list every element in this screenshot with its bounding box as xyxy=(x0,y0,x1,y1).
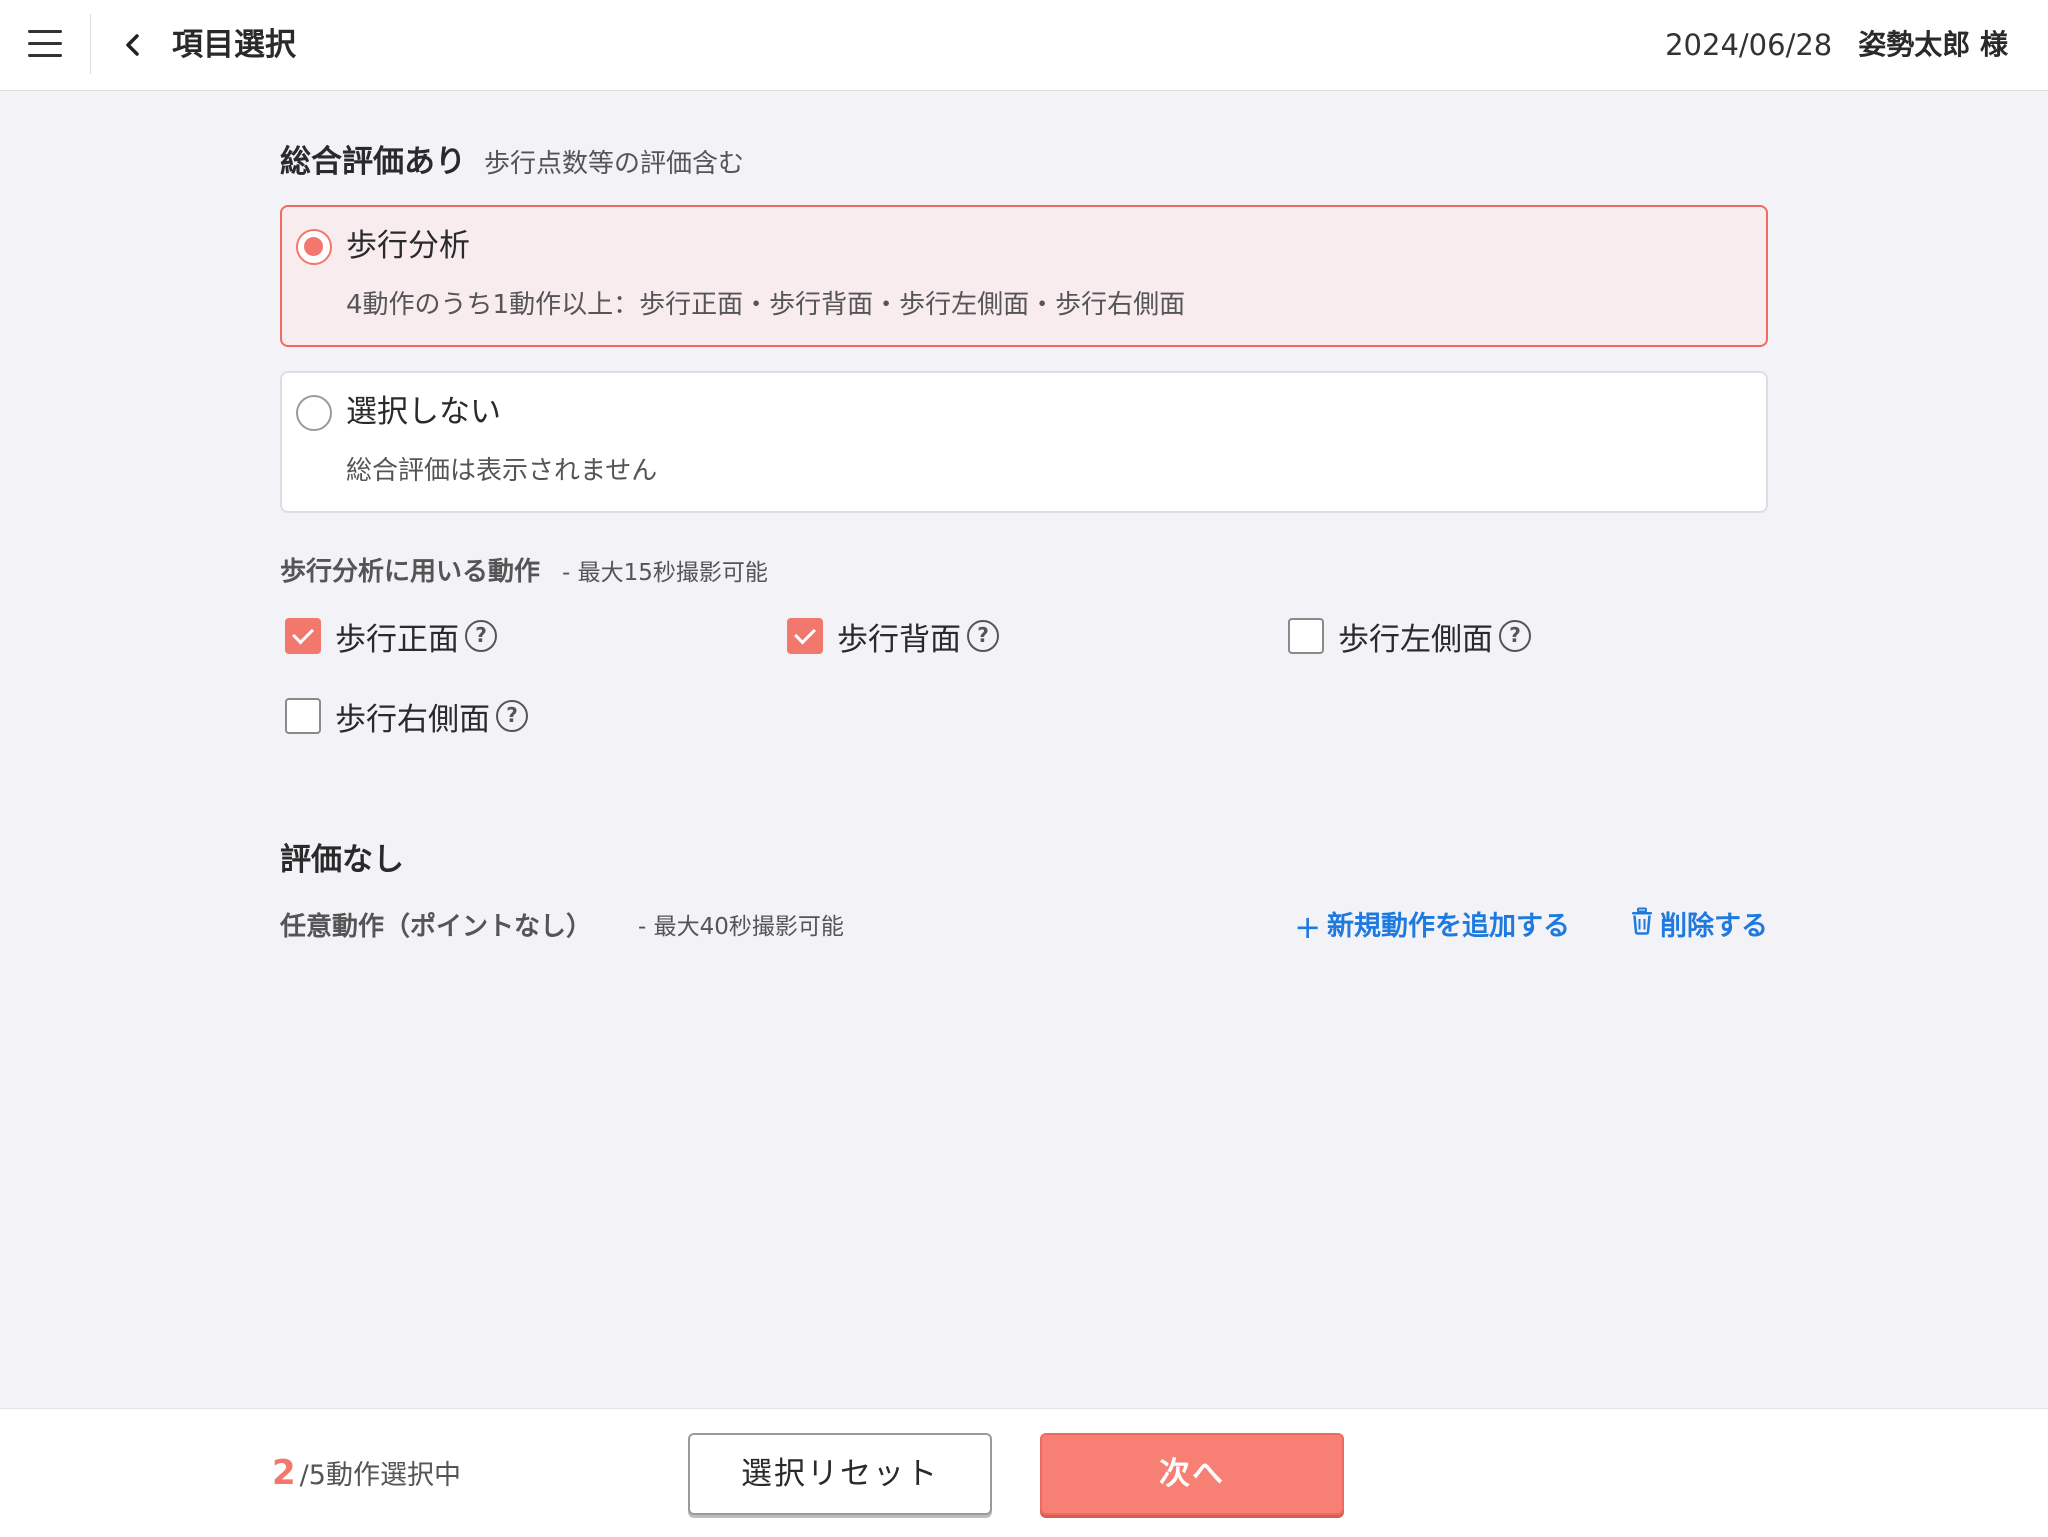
motions-header: 歩行分析に用いる動作 - 最大15秒撮影可能 xyxy=(280,551,1768,588)
checkbox-left-side[interactable] xyxy=(1288,618,1324,654)
motion-item-back[interactable]: 歩行背面 ? xyxy=(782,614,999,658)
header-divider xyxy=(90,14,91,74)
free-motion-title: 任意動作（ポイントなし） xyxy=(280,912,593,942)
option-card-none[interactable]: 選択しない 総合評価は表示されません xyxy=(280,371,1768,513)
help-icon[interactable]: ? xyxy=(967,620,999,652)
add-motion-button[interactable]: + 新規動作を追加する xyxy=(1294,907,1570,947)
motion-label: 歩行正面 xyxy=(335,621,459,658)
selected-count: 2 xyxy=(272,1453,296,1493)
motions-title: 歩行分析に用いる動作 xyxy=(280,557,541,587)
help-icon[interactable]: ? xyxy=(1499,620,1531,652)
main-content: 総合評価あり 歩行点数等の評価含む 歩行分析 4動作のうち1動作以上：歩行正面・… xyxy=(280,90,1768,947)
overall-eval-title: 総合評価あり xyxy=(280,144,466,180)
trash-icon xyxy=(1630,907,1654,947)
next-button[interactable]: 次へ xyxy=(1040,1433,1344,1515)
delete-button[interactable]: 削除する xyxy=(1630,907,1768,947)
motion-label: 歩行背面 xyxy=(837,621,961,658)
option-title: 歩行分析 xyxy=(346,228,470,264)
help-icon[interactable]: ? xyxy=(496,700,528,732)
option-description: 4動作のうち1動作以上：歩行正面・歩行背面・歩行左側面・歩行右側面 xyxy=(346,290,1186,320)
no-eval-title: 評価なし xyxy=(280,842,404,878)
page-title: 項目選択 xyxy=(172,27,296,63)
motions-subtitle: - 最大15秒撮影可能 xyxy=(562,560,768,586)
radio-gait-analysis[interactable] xyxy=(296,229,332,265)
motion-item-front[interactable]: 歩行正面 ? xyxy=(280,614,497,658)
header-date: 2024/06/28 xyxy=(1665,28,1833,62)
motion-item-right-side[interactable]: 歩行右側面 ? xyxy=(280,694,528,738)
radio-none[interactable] xyxy=(296,395,332,431)
selection-counter: 2 /5動作選択中 xyxy=(272,1453,461,1493)
checkbox-back[interactable] xyxy=(787,618,823,654)
motion-label: 歩行右側面 xyxy=(335,701,490,738)
selected-count-suffix: /5動作選択中 xyxy=(299,1460,461,1491)
option-title: 選択しない xyxy=(346,394,501,430)
menu-icon[interactable] xyxy=(28,30,62,58)
motion-checklist: 歩行正面 ? 歩行背面 ? 歩行左側面 ? 歩行右側面 ? xyxy=(280,614,1768,784)
checkbox-front[interactable] xyxy=(285,618,321,654)
header-user-name: 姿勢太郎 様 xyxy=(1858,28,2008,61)
free-motion-subtitle: - 最大40秒撮影可能 xyxy=(638,914,844,940)
overall-eval-subtitle: 歩行点数等の評価含む xyxy=(484,149,745,179)
header-bar: 項目選択 2024/06/28 姿勢太郎 様 xyxy=(0,0,2048,91)
reset-selection-button[interactable]: 選択リセット xyxy=(688,1433,992,1515)
checkbox-right-side[interactable] xyxy=(285,698,321,734)
add-motion-label: 新規動作を追加する xyxy=(1327,911,1570,942)
footer-bar: 2 /5動作選択中 選択リセット 次へ xyxy=(0,1408,2048,1537)
free-motion-row: 任意動作（ポイントなし） - 最大40秒撮影可能 + 新規動作を追加する 削除す… xyxy=(280,907,1768,947)
motion-item-left-side[interactable]: 歩行左側面 ? xyxy=(1283,614,1531,658)
header-info: 2024/06/28 姿勢太郎 様 xyxy=(1665,24,2008,66)
plus-icon: + xyxy=(1294,908,1321,946)
option-card-gait-analysis[interactable]: 歩行分析 4動作のうち1動作以上：歩行正面・歩行背面・歩行左側面・歩行右側面 xyxy=(280,205,1768,347)
chevron-left-icon[interactable] xyxy=(118,28,148,62)
motion-label: 歩行左側面 xyxy=(1338,621,1493,658)
option-description: 総合評価は表示されません xyxy=(346,456,658,486)
overall-eval-header: 総合評価あり 歩行点数等の評価含む xyxy=(280,136,1768,181)
help-icon[interactable]: ? xyxy=(465,620,497,652)
delete-label: 削除する xyxy=(1660,911,1768,942)
